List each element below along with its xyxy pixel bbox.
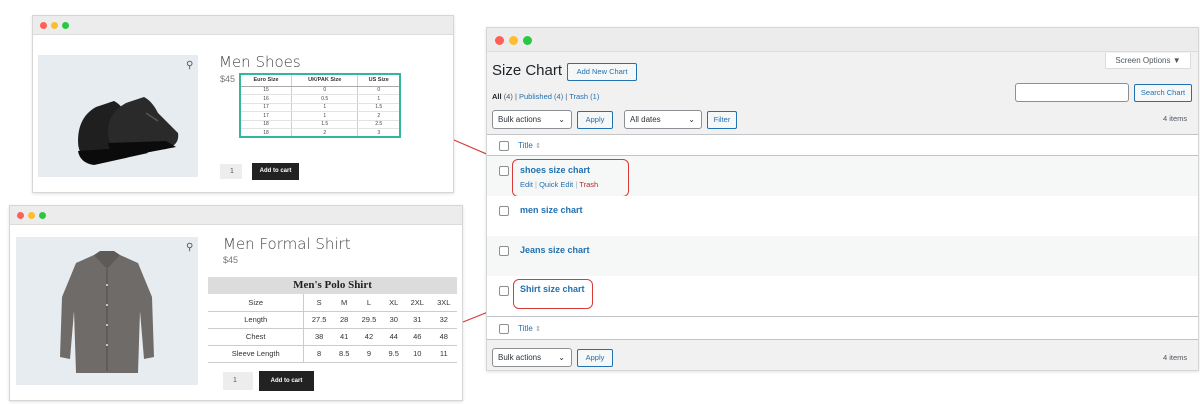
table-row: Jeans size chart: [487, 236, 1198, 276]
highlight-box: [513, 279, 593, 309]
filter-button[interactable]: Filter: [707, 111, 737, 129]
chevron-down-icon: ⌄: [688, 115, 695, 124]
apply-button[interactable]: Apply: [577, 349, 613, 367]
admin-window: Screen Options ▼ Size Chart Add New Char…: [486, 27, 1199, 371]
table-header: Title ⇕: [487, 134, 1198, 156]
bulk-actions-value: Bulk actions: [498, 353, 542, 362]
bulk-actions-value: Bulk actions: [498, 115, 542, 124]
column-title[interactable]: Title ⇕: [518, 141, 541, 150]
sort-icon: ⇕: [535, 143, 541, 150]
close-dot[interactable]: [495, 36, 504, 45]
apply-button[interactable]: Apply: [577, 111, 613, 129]
column-title-label: Title: [518, 324, 533, 333]
row-checkbox[interactable]: [499, 206, 509, 216]
dates-select[interactable]: All dates ⌄: [624, 110, 702, 129]
filter-trash[interactable]: Trash (1): [569, 92, 599, 101]
bulk-actions-select[interactable]: Bulk actions ⌄: [492, 348, 572, 367]
select-all-checkbox[interactable]: [499, 324, 509, 334]
window-titlebar: [487, 28, 1198, 52]
filter-separator: |: [565, 92, 568, 101]
filter-published[interactable]: Published (4): [519, 92, 563, 101]
bulk-actions-select[interactable]: Bulk actions ⌄: [492, 110, 572, 129]
maximize-dot[interactable]: [523, 36, 532, 45]
column-title[interactable]: Title ⇕: [518, 324, 541, 333]
column-title-label: Title: [518, 141, 533, 150]
row-checkbox[interactable]: [499, 286, 509, 296]
select-all-checkbox[interactable]: [499, 141, 509, 151]
chevron-down-icon: ⌄: [558, 353, 565, 362]
sort-icon: ⇕: [535, 326, 541, 333]
search-chart-button[interactable]: Search Chart: [1134, 84, 1192, 102]
table-row: Shirt size chart: [487, 276, 1198, 316]
status-filters: All (4) | Published (4) | Trash (1): [492, 92, 599, 101]
filter-all-count: (4): [503, 92, 513, 101]
dates-value: All dates: [630, 115, 661, 124]
row-title-link[interactable]: Jeans size chart: [520, 245, 590, 255]
row-title-link[interactable]: men size chart: [520, 205, 583, 215]
items-count: 4 items: [1163, 114, 1188, 123]
search-input[interactable]: [1015, 83, 1129, 102]
table-row: men size chart: [487, 196, 1198, 236]
highlight-box: [512, 159, 629, 197]
screen-options-button[interactable]: Screen Options ▼: [1105, 53, 1191, 69]
page-title: Size Chart: [492, 62, 563, 79]
items-count: 4 items: [1163, 353, 1188, 362]
add-new-chart-button[interactable]: Add New Chart: [567, 63, 637, 81]
row-checkbox[interactable]: [499, 246, 509, 256]
filter-separator: |: [514, 92, 517, 101]
row-checkbox[interactable]: [499, 166, 509, 176]
filter-all[interactable]: All: [492, 92, 502, 101]
chevron-down-icon: ⌄: [558, 115, 565, 124]
minimize-dot[interactable]: [509, 36, 518, 45]
table-footer: Title ⇕: [487, 316, 1198, 340]
